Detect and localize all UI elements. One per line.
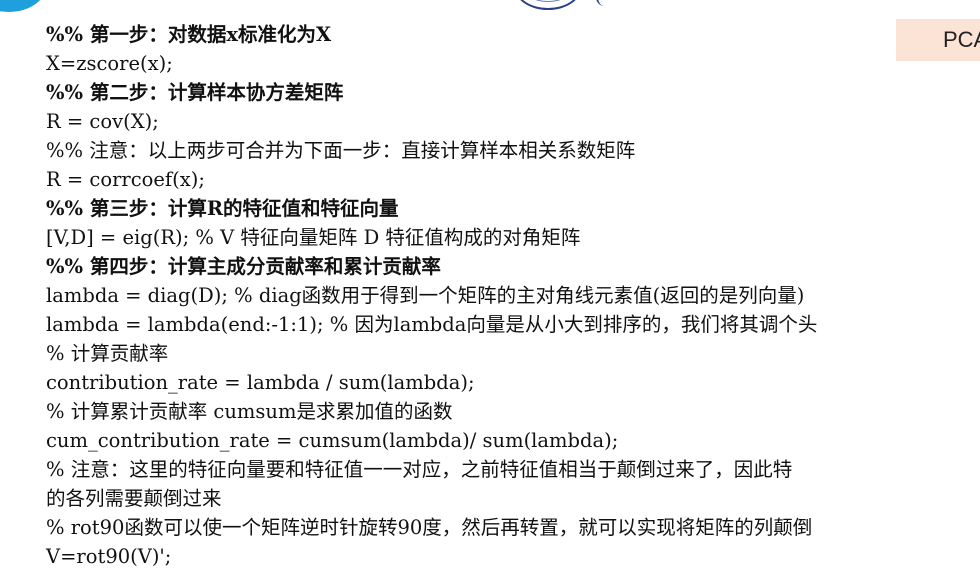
decorative-arc (596, 0, 612, 6)
code-line: %% 第二步：计算样本协方差矩阵 (46, 81, 344, 104)
code-line: %% 第三步：计算R的特征值和特征向量 (46, 197, 399, 220)
code-line: contribution_rate = lambda / sum(lambda)… (46, 371, 475, 394)
code-line: lambda = diag(D); % diag函数用于得到一个矩阵的主对角线元… (46, 284, 805, 307)
code-line: %% 第一步：对数据x标准化为X (46, 23, 332, 46)
code-line: % rot90函数可以使一个矩阵逆时针旋转90度，然后再转置，就可以实现将矩阵的… (46, 516, 813, 539)
logo-decoration (0, 0, 48, 12)
code-block: %% 第一步：对数据x标准化为X X=zscore(x); %% 第二步：计算样… (46, 20, 980, 571)
code-line: %% 注意：以上两步可合并为下面一步：直接计算样本相关系数矩阵 (46, 139, 636, 162)
code-line: X=zscore(x); (46, 52, 173, 75)
code-line: R = cov(X); (46, 110, 159, 133)
code-line: R = corrcoef(x); (46, 168, 205, 191)
code-line: [V,D] = eig(R); % V 特征向量矩阵 D 特征值构成的对角矩阵 (46, 226, 581, 249)
code-line: V=rot90(V)'; (46, 545, 172, 568)
code-line: % 计算累计贡献率 cumsum是求累加值的函数 (46, 400, 453, 423)
code-line: % 计算贡献率 (46, 342, 169, 365)
code-line: cum_contribution_rate = cumsum(lambda)/ … (46, 429, 619, 452)
code-line: 的各列需要颠倒过来 (46, 487, 222, 510)
code-line: lambda = lambda(end:-1:1); % 因为lambda向量是… (46, 313, 818, 336)
code-line: %% 第四步：计算主成分贡献率和累计贡献率 (46, 255, 441, 278)
code-line: % 注意：这里的特征向量要和特征值一一对应，之前特征值相当于颠倒过来了，因此特 (46, 458, 793, 481)
university-seal-icon (515, 0, 581, 10)
